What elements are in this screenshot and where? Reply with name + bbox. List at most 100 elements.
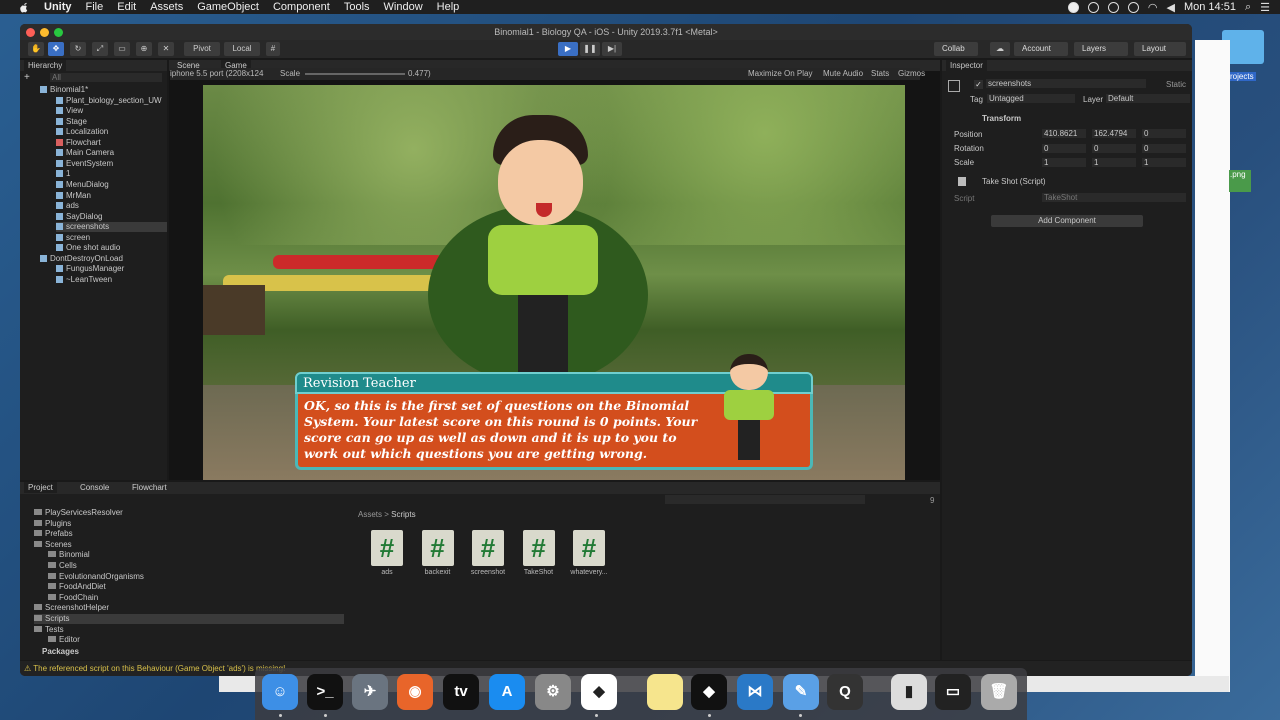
- menu-gameobject[interactable]: GameObject: [197, 1, 259, 13]
- clock[interactable]: Mon 14:51: [1184, 1, 1236, 13]
- script-asset[interactable]: # backexit: [413, 530, 463, 576]
- hierarchy-item[interactable]: screen: [56, 233, 90, 243]
- sync-icon[interactable]: [1087, 1, 1099, 13]
- desktop-file-label[interactable]: .png: [1230, 170, 1246, 179]
- position-x[interactable]: 410.8621: [1042, 129, 1086, 138]
- breadcrumb-assets[interactable]: Assets: [358, 510, 382, 519]
- hierarchy-item[interactable]: Flowchart: [56, 138, 101, 148]
- hierarchy-item[interactable]: 1: [56, 169, 70, 179]
- firefox-icon[interactable]: ◉: [397, 674, 433, 710]
- scale-slider[interactable]: [305, 73, 405, 75]
- scale-tool-button[interactable]: ⤢: [92, 42, 108, 56]
- archive-icon[interactable]: ▮: [891, 674, 927, 710]
- hierarchy-search-input[interactable]: All: [50, 73, 162, 82]
- packages-folder[interactable]: Packages: [42, 647, 79, 656]
- appstore-icon[interactable]: A: [489, 674, 525, 710]
- tv-icon[interactable]: tv: [443, 674, 479, 710]
- resolution-dropdown[interactable]: iphone 5.5 port (2208x124: [170, 69, 263, 78]
- wifi-icon[interactable]: ◠: [1148, 1, 1158, 14]
- add-button[interactable]: +: [24, 72, 30, 83]
- menu-assets[interactable]: Assets: [150, 1, 183, 13]
- rotation-z[interactable]: 0: [1142, 144, 1186, 153]
- hierarchy-item[interactable]: Plant_biology_section_UW: [56, 96, 162, 106]
- hierarchy-item[interactable]: SayDialog: [56, 212, 102, 222]
- hierarchy-item[interactable]: FungusManager: [56, 264, 124, 274]
- hierarchy-item[interactable]: Stage: [56, 117, 87, 127]
- menu-file[interactable]: File: [86, 1, 104, 13]
- scale-y[interactable]: 1: [1092, 158, 1136, 167]
- screen-icon[interactable]: ▭: [935, 674, 971, 710]
- project-folder[interactable]: EvolutionandOrganisms: [48, 572, 144, 582]
- rotation-x[interactable]: 0: [1042, 144, 1086, 153]
- rocket-icon[interactable]: ✈: [352, 674, 388, 710]
- project-folder[interactable]: ScreenshotHelper: [34, 603, 109, 613]
- tag-dropdown[interactable]: Untagged: [987, 94, 1075, 103]
- grid-snap-button[interactable]: #: [266, 42, 280, 56]
- unity-icon[interactable]: ◆: [691, 674, 727, 710]
- active-checkbox[interactable]: ✓: [974, 80, 983, 89]
- script-field[interactable]: TakeShot: [1042, 193, 1186, 202]
- vscode-icon[interactable]: ⋈: [737, 674, 773, 710]
- quicktime-icon[interactable]: Q: [827, 674, 863, 710]
- collab-dropdown[interactable]: Collab: [934, 42, 978, 56]
- tab-project[interactable]: Project: [24, 482, 57, 493]
- project-folder[interactable]: FoodChain: [48, 593, 98, 603]
- terminal-icon[interactable]: >_: [307, 674, 343, 710]
- menu-app-name[interactable]: Unity: [44, 1, 72, 13]
- script-asset[interactable]: # whatevery...: [564, 530, 614, 576]
- object-name-field[interactable]: screenshots: [986, 79, 1146, 88]
- script-asset[interactable]: # screenshot: [463, 530, 513, 576]
- search-icon[interactable]: ⌕: [1245, 1, 1251, 14]
- project-folder[interactable]: FoodAndDiet: [48, 582, 106, 592]
- status-warning[interactable]: The referenced script on this Behaviour …: [33, 664, 285, 673]
- desktop-folder-label[interactable]: rojects: [1228, 72, 1256, 81]
- position-y[interactable]: 162.4794: [1092, 129, 1136, 138]
- hierarchy-item[interactable]: Localization: [56, 127, 108, 137]
- minimize-button[interactable]: [40, 28, 49, 37]
- breadcrumb-scripts[interactable]: Scripts: [391, 510, 415, 519]
- hierarchy-item[interactable]: DontDestroyOnLoad: [40, 254, 123, 264]
- pause-button[interactable]: ❚❚: [580, 42, 600, 56]
- account-dropdown[interactable]: Account: [1014, 42, 1068, 56]
- hierarchy-item[interactable]: ~LeanTween: [56, 275, 112, 285]
- project-folder[interactable]: Binomial: [48, 550, 90, 560]
- menu-tools[interactable]: Tools: [344, 1, 370, 13]
- layer-dropdown[interactable]: Default: [1106, 94, 1190, 103]
- step-button[interactable]: ▶|: [602, 42, 622, 56]
- volume-icon[interactable]: ◀: [1167, 1, 1175, 14]
- project-folder[interactable]: Scripts: [34, 614, 344, 624]
- script-asset[interactable]: # TakeShot: [514, 530, 564, 576]
- mute-audio-toggle[interactable]: Mute Audio: [823, 69, 863, 78]
- hierarchy-item[interactable]: ads: [56, 201, 79, 211]
- zoom-button[interactable]: [54, 28, 63, 37]
- menu-list-icon[interactable]: ☰: [1260, 1, 1270, 14]
- static-toggle[interactable]: Static: [1166, 80, 1186, 89]
- project-folder[interactable]: Editor: [48, 635, 80, 645]
- play-button[interactable]: ▶: [558, 42, 578, 56]
- hierarchy-item[interactable]: View: [56, 106, 83, 116]
- rotation-y[interactable]: 0: [1092, 144, 1136, 153]
- tab-inspector[interactable]: Inspector: [946, 60, 987, 71]
- project-search-input[interactable]: [665, 495, 865, 504]
- layout-dropdown[interactable]: Layout: [1134, 42, 1186, 56]
- hierarchy-item[interactable]: screenshots: [56, 222, 167, 233]
- hierarchy-item[interactable]: Binomial1*: [40, 85, 88, 95]
- project-folder[interactable]: Prefabs: [34, 529, 73, 539]
- menu-edit[interactable]: Edit: [117, 1, 136, 13]
- move-tool-button[interactable]: ✥: [48, 42, 64, 56]
- menu-window[interactable]: Window: [384, 1, 423, 13]
- unity-hub-icon[interactable]: ◆: [581, 674, 617, 710]
- rotate-tool-button[interactable]: ↻: [70, 42, 86, 56]
- project-folder[interactable]: Cells: [48, 561, 77, 571]
- project-folder[interactable]: Tests: [34, 625, 64, 635]
- hierarchy-item[interactable]: Main Camera: [56, 148, 114, 158]
- hierarchy-item[interactable]: MenuDialog: [56, 180, 109, 190]
- vpn-icon[interactable]: [1127, 1, 1139, 13]
- position-z[interactable]: 0: [1142, 129, 1186, 138]
- hand-tool-button[interactable]: ✋: [28, 42, 44, 56]
- hierarchy-item[interactable]: EventSystem: [56, 159, 113, 169]
- project-folder[interactable]: Plugins: [34, 519, 71, 529]
- settings-icon[interactable]: ⚙: [535, 674, 571, 710]
- rect-tool-button[interactable]: ▭: [114, 42, 130, 56]
- notes-icon[interactable]: [647, 674, 683, 710]
